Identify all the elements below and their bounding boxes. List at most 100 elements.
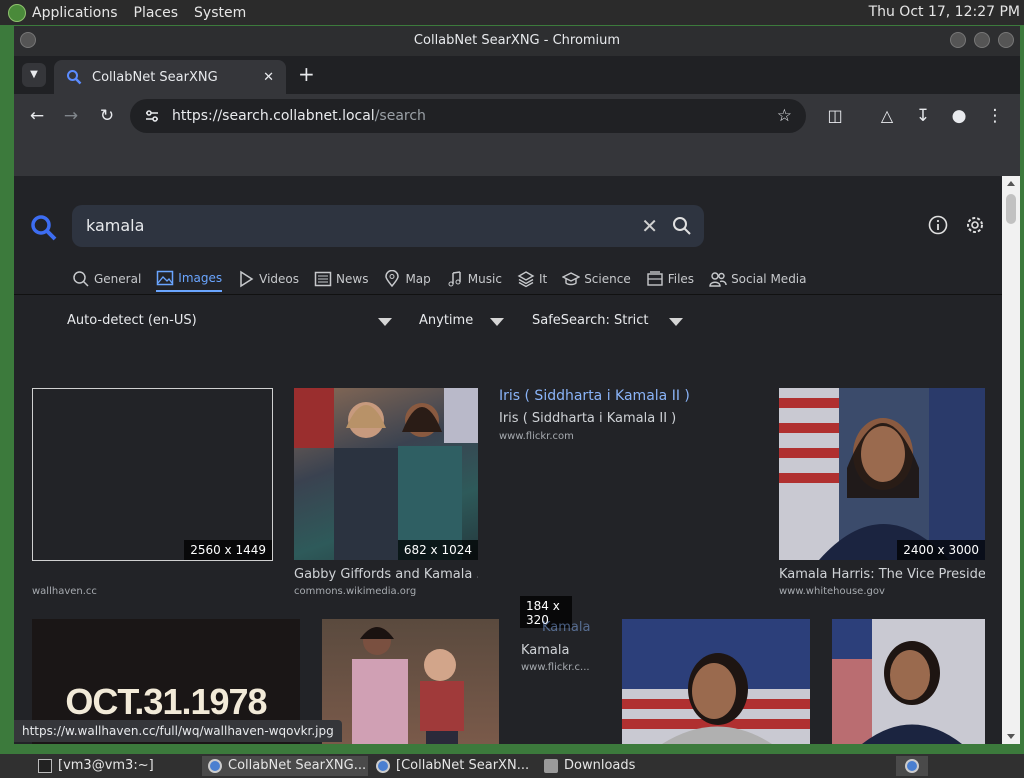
result-source: www.flickr.com [499, 431, 574, 442]
tab-search-button[interactable]: ▼ [22, 63, 46, 87]
search-icon[interactable] [672, 216, 692, 236]
tab-videos[interactable]: Videos [237, 266, 299, 292]
broken-image-alt[interactable]: Kamala [542, 620, 590, 635]
tab-music-label: Music [467, 272, 502, 286]
broken-image-alt[interactable]: Iris ( Siddharta i Kamala II ) [499, 388, 690, 404]
reload-icon[interactable]: ↻ [96, 105, 118, 127]
image-size-badge: 682 x 1024 [397, 540, 478, 560]
result-title[interactable]: Gabby Giffords and Kamala ... [294, 567, 478, 582]
scrollbar-thumb[interactable] [1006, 194, 1016, 224]
result-thumbnail[interactable]: 2400 x 3000 [779, 388, 985, 560]
taskbar-downloads-label: Downloads [564, 758, 636, 773]
result-thumbnail[interactable]: 682 x 1024 [294, 388, 478, 560]
photo-mother-child [352, 627, 464, 744]
download-icon[interactable]: ↧ [912, 105, 934, 127]
search-input[interactable]: kamala [86, 216, 144, 235]
people-icon [709, 272, 727, 287]
back-icon[interactable]: ← [26, 105, 48, 127]
window-menu-icon[interactable] [20, 32, 36, 48]
result-source: www.flickr.c... [521, 662, 590, 673]
tab-searxng[interactable]: CollabNet SearXNG ✕ [54, 60, 286, 94]
tab-map[interactable]: Map [383, 266, 431, 292]
image-result[interactable] [322, 619, 499, 744]
image-result[interactable]: 2560 x 1449 wallhaven.cc [32, 388, 273, 600]
tab-images[interactable]: Images [156, 266, 223, 292]
link-status-bubble: https://w.wallhaven.cc/full/wq/wallhaven… [14, 720, 342, 742]
scroll-up-arrow-icon[interactable] [1007, 181, 1015, 186]
searxng-page: kamala ✕ General Images Videos News Map … [14, 176, 1002, 744]
tab-close-icon[interactable]: ✕ [263, 70, 274, 85]
applications-menu[interactable]: Applications [32, 5, 118, 21]
result-title[interactable]: Kamala [521, 643, 569, 658]
tab-files[interactable]: Files [646, 266, 694, 292]
url-text[interactable]: https://search.collabnet.local/search [172, 108, 426, 124]
newspaper-icon [314, 271, 332, 287]
safesearch-chevron-down-icon[interactable] [669, 318, 683, 326]
window-titlebar[interactable]: CollabNet SearXNG - Chromium [14, 26, 1020, 56]
image-result[interactable] [832, 619, 985, 744]
maximize-icon[interactable] [974, 32, 990, 48]
menu-kebab-icon[interactable]: ⋮ [984, 105, 1006, 127]
result-source: commons.wikimedia.org [294, 586, 417, 597]
page-scrollbar[interactable] [1002, 176, 1020, 744]
extensions-icon[interactable]: ◫ [824, 105, 846, 127]
searxng-logo-icon[interactable] [30, 214, 58, 242]
system-menu[interactable]: System [194, 5, 246, 21]
minimize-icon[interactable] [950, 32, 966, 48]
result-title[interactable]: Kamala Harris: The Vice President [779, 567, 985, 582]
clear-search-icon[interactable]: ✕ [641, 214, 658, 238]
result-title[interactable]: Iris ( Siddharta i Kamala II ) [499, 411, 676, 426]
new-tab-button[interactable]: + [298, 62, 315, 86]
tab-social-media[interactable]: Social Media [709, 266, 807, 292]
tab-videos-label: Videos [259, 272, 300, 286]
taskbar-terminal-label: [vm3@vm3:~] [58, 758, 154, 773]
url-path: /search [374, 108, 426, 124]
search-bar[interactable]: kamala ✕ [72, 205, 704, 247]
address-bar[interactable]: https://search.collabnet.local/search ☆ [130, 99, 806, 133]
image-result[interactable]: 184 x 320 Kamala Kamala www.flickr.c... [520, 596, 600, 676]
image-result[interactable]: 2400 x 3000 Kamala Harris: The Vice Pres… [779, 388, 985, 600]
result-thumbnail[interactable] [622, 619, 810, 744]
language-chevron-down-icon[interactable] [378, 318, 392, 326]
tab-general[interactable]: General [72, 266, 141, 292]
forward-icon[interactable]: → [60, 105, 82, 127]
places-menu[interactable]: Places [134, 5, 179, 21]
result-thumbnail[interactable] [322, 619, 499, 744]
language-select[interactable]: Auto-detect (en-US) [67, 313, 197, 328]
photo-portrait-flag [779, 388, 985, 560]
tab-science[interactable]: Science [562, 266, 631, 292]
preferences-gear-icon[interactable] [964, 214, 986, 236]
scroll-down-arrow-icon[interactable] [1007, 734, 1015, 739]
taskbar-chromium-2[interactable]: [CollabNet SearXN... [370, 756, 535, 776]
taskbar-downloads[interactable]: Downloads [538, 756, 703, 776]
image-result[interactable] [622, 619, 810, 744]
tab-news[interactable]: News [314, 266, 368, 292]
labs-flask-icon[interactable]: △ [876, 105, 898, 127]
search-filters: Auto-detect (en-US) Anytime SafeSearch: … [14, 306, 1002, 336]
tab-it[interactable]: It [517, 266, 547, 292]
workspace-switcher[interactable] [896, 756, 928, 776]
bookmark-star-icon[interactable]: ☆ [777, 106, 792, 126]
time-range-select[interactable]: Anytime [419, 313, 473, 328]
terminal-icon [38, 759, 52, 773]
chromium-icon [376, 759, 390, 773]
safesearch-select[interactable]: SafeSearch: Strict [532, 313, 649, 328]
time-chevron-down-icon[interactable] [490, 318, 504, 326]
browser-toolbar: ← → ↻ https://search.collabnet.local/sea… [14, 94, 1020, 138]
result-thumbnail[interactable] [832, 619, 985, 744]
image-result[interactable]: 682 x 1024 Gabby Giffords and Kamala ...… [294, 388, 478, 600]
close-window-icon[interactable] [998, 32, 1014, 48]
gnome-logo-icon[interactable] [8, 3, 26, 22]
tab-music[interactable]: Music [446, 266, 502, 292]
tab-news-label: News [336, 272, 369, 286]
taskbar-terminal[interactable]: [vm3@vm3:~] [32, 756, 197, 776]
search-category-icon [73, 271, 89, 287]
site-info-icon[interactable] [144, 108, 160, 124]
info-icon[interactable] [928, 215, 948, 235]
image-result[interactable]: Iris ( Siddharta i Kamala II ) Iris ( Si… [499, 388, 759, 458]
profile-icon[interactable]: ● [948, 105, 970, 127]
result-thumbnail[interactable]: 2560 x 1449 [32, 388, 273, 561]
taskbar-chromium-active[interactable]: CollabNet SearXNG... [202, 756, 368, 776]
clock[interactable]: Thu Oct 17, 12:27 PM [869, 4, 1020, 20]
search-favicon-icon [67, 70, 82, 85]
